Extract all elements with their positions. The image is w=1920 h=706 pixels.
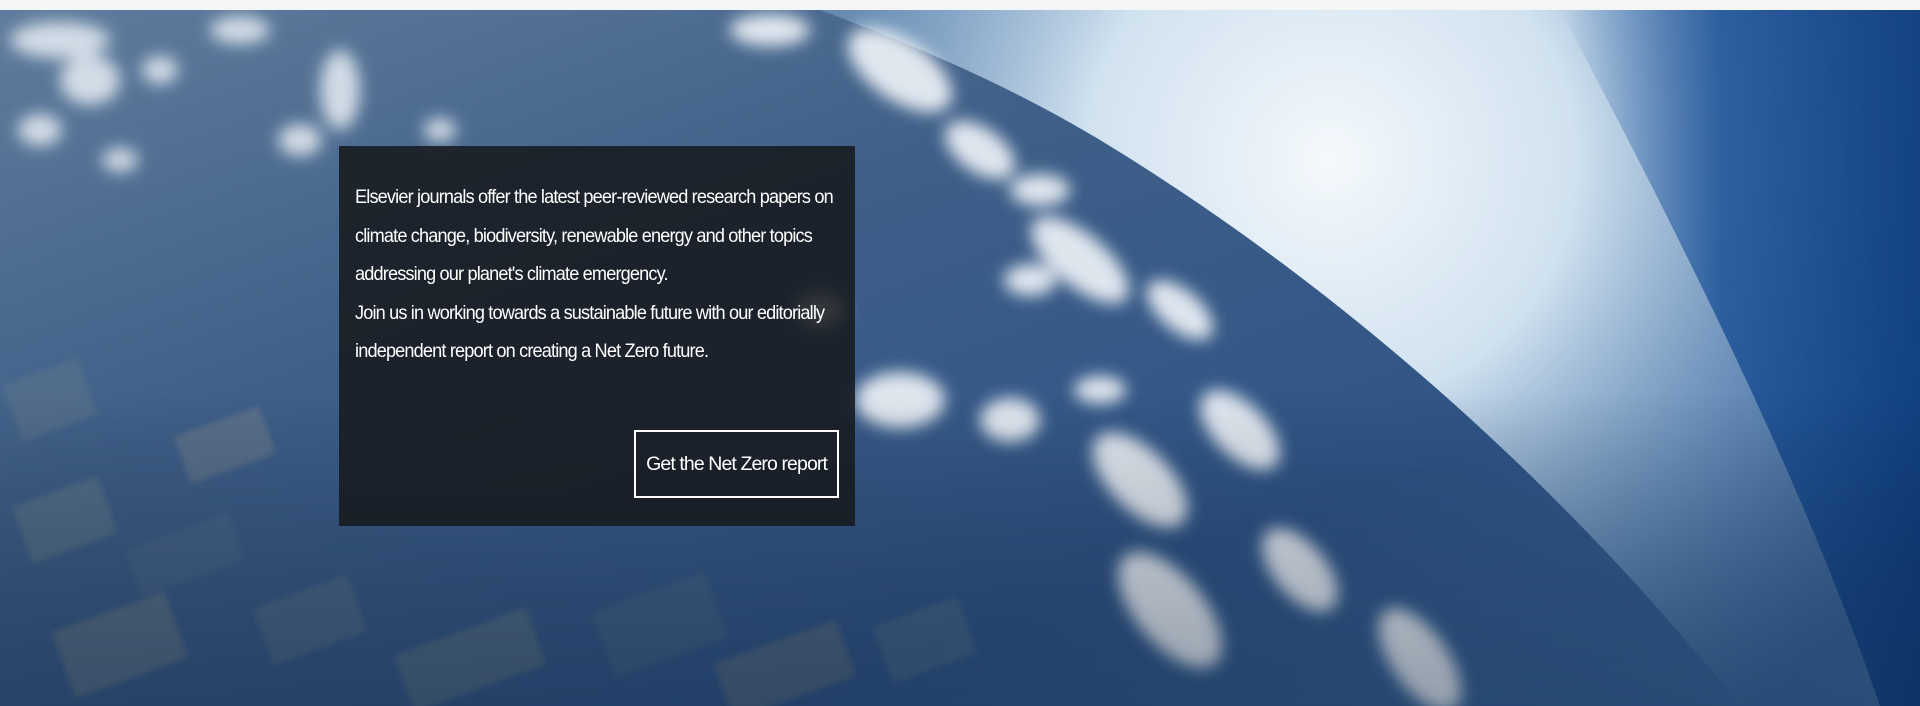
info-line-3: addressing our planet's climate emergenc… [355, 263, 669, 285]
top-strip [0, 0, 1920, 10]
info-line-2: climate change, biodiversity, renewable … [355, 224, 813, 247]
net-zero-info-panel: Elsevier journals offer the latest peer-… [339, 146, 855, 526]
info-line-5: independent report on creating a Net Zer… [355, 340, 709, 362]
hero-banner: Elsevier journals offer the latest peer-… [0, 10, 1920, 706]
info-paragraph: Elsevier journals offer the latest peer-… [355, 178, 848, 371]
info-line-1: Elsevier journals offer the latest peer-… [355, 186, 834, 208]
earth-from-orbit-image [0, 10, 1920, 706]
info-line-4: Join us in working towards a sustainable… [355, 301, 825, 324]
get-net-zero-report-button[interactable]: Get the Net Zero report [634, 430, 839, 498]
